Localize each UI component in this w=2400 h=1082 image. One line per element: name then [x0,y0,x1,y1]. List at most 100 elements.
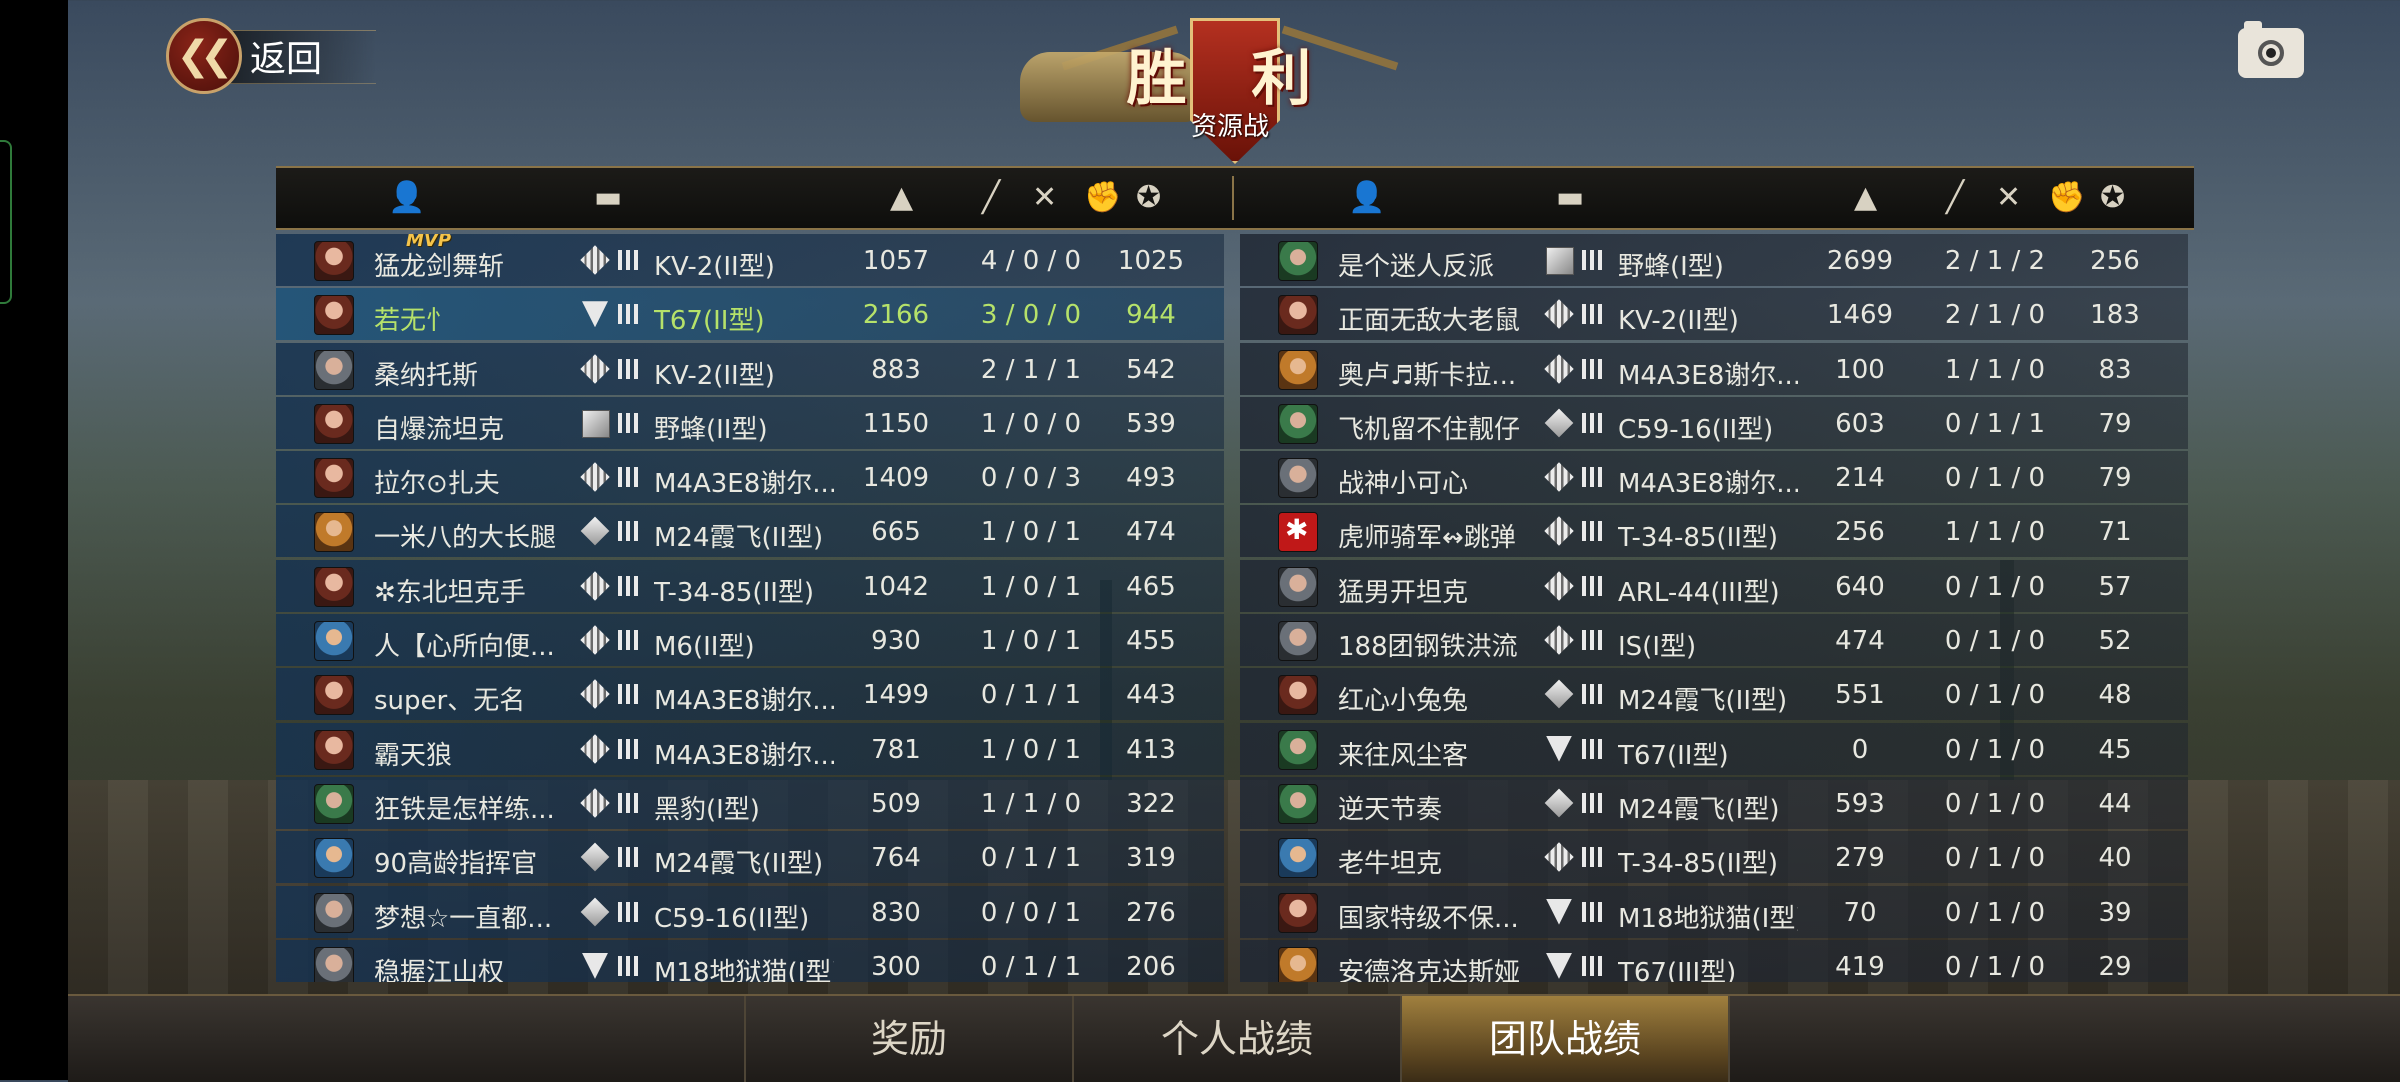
player-name: 一米八的大长腿 [374,523,557,554]
player-name: 安德洛克达斯娅 [1338,957,1521,982]
avatar[interactable] [1278,783,1318,824]
damage-value: 214 [1835,463,1885,494]
tier-bars-icon [618,250,640,270]
tank-name: M4A3E8谢尔... [654,469,834,500]
damage-value: 100 [1835,354,1885,385]
avatar[interactable] [1278,946,1318,982]
player-row[interactable]: 梦想☆一直都... C59-16(II型) 830 0 / 0 / 1 276 [276,885,1224,938]
avatar[interactable] [1278,838,1318,879]
back-button[interactable]: ❮❮ 返回 [166,18,376,94]
player-row[interactable]: 自爆流坦克 野蜂(II型) 1150 1 / 0 / 0 539 [276,396,1224,449]
tab-personal-stats[interactable]: 个人战绩 [1072,996,1400,1082]
tier-bars-icon [618,684,640,705]
avatar[interactable] [1278,675,1318,716]
kda-value: 0 / 1 / 0 [1944,951,2046,982]
avatar[interactable] [314,675,354,716]
player-row[interactable]: 90高龄指挥官 M24霞飞(II型) 764 0 / 1 / 1 319 [276,831,1224,884]
score-value: 455 [1126,626,1176,657]
rank-badge-icon [580,842,610,872]
team-right-list[interactable]: 是个迷人反派 野蜂(I型) 2699 2 / 1 / 2 256 正面无敌大老鼠 KV-2(… [1240,234,2188,982]
kills-icon: ╱ [982,180,1001,215]
tab-team-stats[interactable]: 团队战绩 [1400,996,1730,1082]
player-row[interactable]: 188团钢铁洪流 IS(I型) 474 0 / 1 / 0 52 [1240,614,2188,667]
avatar[interactable] [314,892,354,933]
avatar[interactable] [314,566,354,607]
avatar[interactable] [314,783,354,824]
player-row[interactable]: 来往风尘客 T67(II型) 0 0 / 1 / 0 45 [1240,722,2188,775]
tier-bars-icon [1582,412,1604,433]
player-row[interactable]: 国家特级不保... M18地狱猫(I型) 70 0 / 1 / 0 39 [1240,885,2188,938]
player-row[interactable]: 稳握江山权 M18地狱猫(I型) 300 0 / 1 / 1 206 [276,939,1224,982]
avatar[interactable] [1278,295,1318,336]
player-row[interactable]: super、无名 M4A3E8谢尔... 1499 0 / 1 / 1 443 [276,668,1224,721]
avatar[interactable] [314,621,354,662]
tab-rewards[interactable]: 奖励 [744,996,1072,1082]
tank-name: M24霞飞(I型) [1618,794,1780,825]
damage-value: 764 [871,843,921,874]
kda-value: 0 / 1 / 0 [1944,680,2046,711]
score-value: 71 [2098,517,2132,548]
player-row[interactable]: 拉尔⊙扎夫 M4A3E8谢尔... 1409 0 / 0 / 3 493 [276,451,1224,504]
header-divider [1232,176,1234,220]
player-row[interactable]: 猛男开坦克 ARL-44(III型) 640 0 / 1 / 0 57 [1240,559,2188,612]
kda-value: 1 / 0 / 1 [980,571,1082,602]
player-row[interactable]: 虎师骑军↭跳弹 T-34-85(II型) 256 1 / 1 / 0 71 [1240,505,2188,558]
avatar[interactable] [1278,566,1318,607]
tier-bars-icon [618,575,640,596]
player-row[interactable]: 逆天节奏 M24霞飞(I型) 593 0 / 1 / 0 44 [1240,776,2188,829]
player-row[interactable]: 是个迷人反派 野蜂(I型) 2699 2 / 1 / 2 256 [1240,234,2188,286]
avatar[interactable] [1278,621,1318,662]
damage-value: 603 [1835,408,1885,439]
avatar[interactable] [1278,892,1318,933]
damage-value: 509 [871,788,921,819]
avatar[interactable] [314,729,354,770]
player-row[interactable]: 老牛坦克 T-34-85(II型) 279 0 / 1 / 0 40 [1240,831,2188,884]
damage-value: 830 [871,897,921,928]
damage-value: 2166 [862,300,930,331]
player-row[interactable]: 战神小可心 M4A3E8谢尔... 214 0 / 1 / 0 79 [1240,451,2188,504]
player-row[interactable]: 若无忄 T67(II型) 2166 3 / 0 / 0 944 [276,288,1224,341]
avatar[interactable] [314,838,354,879]
player-row[interactable]: 一米八的大长腿 M24霞飞(II型) 665 1 / 0 / 1 474 [276,505,1224,558]
damage-value: 1469 [1826,300,1894,331]
player-row[interactable]: ✲东北坦克手 T-34-85(II型) 1042 1 / 0 / 1 465 [276,559,1224,612]
player-row[interactable]: MVP 猛龙剑舞斩 KV-2(II型) 1057 4 / 0 / 0 1025 [276,234,1224,286]
avatar[interactable] [1278,403,1318,444]
score-value: 45 [2098,734,2132,765]
player-name: 狂铁是怎样练... [374,794,555,825]
player-row[interactable]: 红心小兔兔 M24霞飞(II型) 551 0 / 1 / 0 48 [1240,668,2188,721]
avatar[interactable] [314,349,354,390]
tank-name: M4A3E8谢尔... [654,740,834,771]
team-left-list[interactable]: MVP 猛龙剑舞斩 KV-2(II型) 1057 4 / 0 / 0 1025 若无忄 T67… [276,234,1224,982]
damage-value: 0 [1851,734,1869,765]
score-value: 29 [2098,951,2132,982]
player-row[interactable]: 霸天狼 M4A3E8谢尔... 781 1 / 0 / 1 413 [276,722,1224,775]
camera-icon[interactable] [2238,21,2304,78]
avatar[interactable] [314,295,354,336]
damage-value: 883 [871,354,921,385]
score-value: 39 [2098,897,2132,928]
avatar[interactable] [1278,458,1318,499]
player-row[interactable]: 桑纳托斯 KV-2(II型) 883 2 / 1 / 1 542 [276,342,1224,395]
avatar[interactable] [1278,729,1318,770]
avatar[interactable] [314,512,354,553]
player-row[interactable]: 狂铁是怎样练... 黑豹(I型) 509 1 / 1 / 0 322 [276,776,1224,829]
avatar[interactable] [1278,512,1318,553]
tier-bars-icon [618,901,640,922]
player-row[interactable]: 安德洛克达斯娅 T67(III型) 419 0 / 1 / 0 29 [1240,939,2188,982]
avatar[interactable] [314,946,354,982]
player-row[interactable]: 奥卢♬斯卡拉... M4A3E8谢尔... 100 1 / 1 / 0 83 [1240,342,2188,395]
damage-value: 70 [1843,897,1877,928]
player-row[interactable]: 人【心所向便... M6(II型) 930 1 / 0 / 1 455 [276,614,1224,667]
player-row[interactable]: 飞机留不住靓仔 C59-16(II型) 603 0 / 1 / 1 79 [1240,396,2188,449]
avatar[interactable] [1278,349,1318,390]
damage-value: 300 [871,951,921,982]
avatar[interactable] [314,241,354,281]
rank-badge-icon [1544,625,1574,655]
tank-name: T67(III型) [1618,957,1737,982]
avatar[interactable] [314,458,354,499]
avatar[interactable] [1278,241,1318,281]
player-name: 梦想☆一直都... [374,903,553,934]
player-row[interactable]: 正面无敌大老鼠 KV-2(II型) 1469 2 / 1 / 0 183 [1240,288,2188,341]
avatar[interactable] [314,403,354,444]
